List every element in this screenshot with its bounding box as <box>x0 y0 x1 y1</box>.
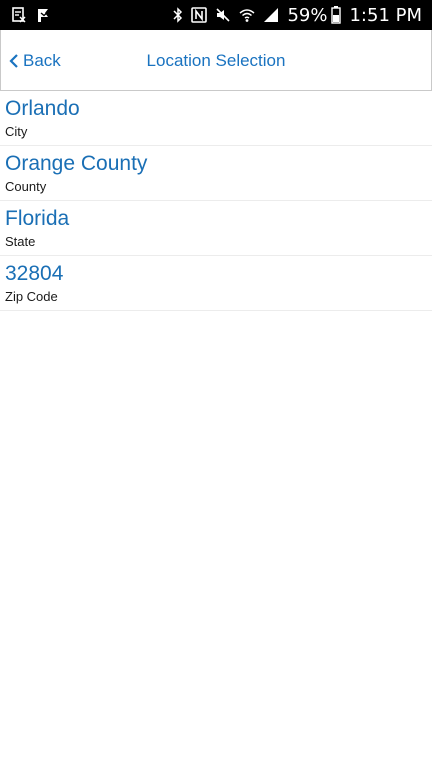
location-type: County <box>5 179 47 194</box>
status-time: 1:51 PM <box>349 4 422 26</box>
location-value: Florida <box>5 207 70 230</box>
battery-percent: 59% <box>287 4 328 26</box>
page-title: Location Selection <box>146 51 286 70</box>
location-item-zip[interactable]: 32804 Zip Code <box>0 256 432 311</box>
location-value: Orlando <box>5 97 80 120</box>
signal-icon <box>263 7 279 23</box>
status-bar: 59% 1:51 PM <box>0 0 432 30</box>
location-item-county[interactable]: Orange County County <box>0 146 432 201</box>
location-item-state[interactable]: Florida State <box>0 201 432 256</box>
status-right: 59% 1:51 PM <box>165 5 422 26</box>
bluetooth-icon <box>173 7 183 23</box>
location-type: City <box>5 124 28 139</box>
location-value: Orange County <box>5 152 148 175</box>
document-icon <box>12 7 26 23</box>
mute-icon <box>215 7 231 23</box>
flag-icon <box>36 7 52 23</box>
nfc-icon <box>191 7 208 23</box>
status-left <box>12 7 62 23</box>
location-value: 32804 <box>5 262 64 285</box>
battery-icon <box>331 6 342 24</box>
location-type: State <box>5 234 36 249</box>
navigation-bar: Back Location Selection <box>0 30 432 91</box>
location-item-city[interactable]: Orlando City <box>0 91 432 146</box>
wifi-icon <box>239 7 255 23</box>
location-type: Zip Code <box>5 289 58 304</box>
location-list: Orlando City Orange County County Florid… <box>0 91 432 311</box>
